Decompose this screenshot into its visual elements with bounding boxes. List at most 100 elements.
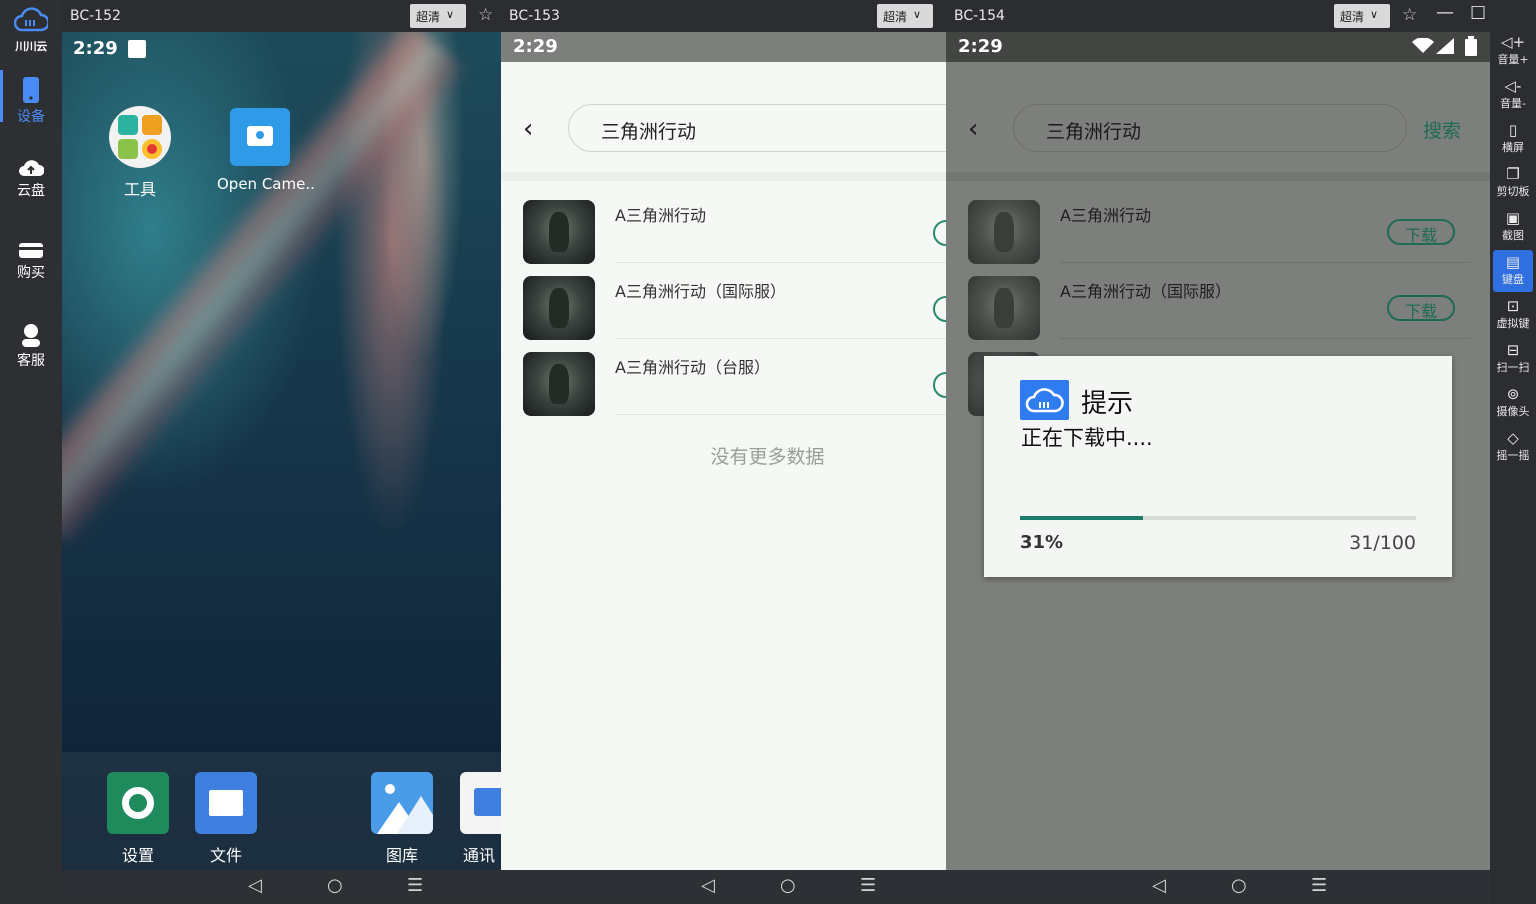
- back-nav-icon[interactable]: ◁: [701, 875, 715, 896]
- nav-item-purchase[interactable]: 购买: [0, 234, 62, 294]
- tool-scan[interactable]: ⊟ 扫一扫: [1490, 338, 1536, 380]
- app-tools[interactable]: 工具: [105, 106, 175, 200]
- camera-icon: [230, 108, 290, 166]
- tool-rotate[interactable]: ▯ 横屏: [1490, 118, 1536, 160]
- search-input[interactable]: 三角洲行动: [568, 104, 946, 152]
- back-nav-icon[interactable]: ◁: [248, 875, 262, 896]
- header-divider: [501, 172, 946, 181]
- wifi-icon: [1412, 38, 1434, 53]
- tool-clipboard[interactable]: ❐ 剪切板: [1490, 162, 1536, 204]
- back-arrow-icon[interactable]: ‹: [523, 114, 533, 144]
- app-settings[interactable]: 设置: [103, 772, 173, 866]
- virtual-keys-icon: ⊡: [1506, 297, 1520, 315]
- nav-item-cloud-disk[interactable]: 云盘: [0, 152, 62, 212]
- tool-keyboard[interactable]: ▤ 键盘: [1493, 250, 1533, 292]
- app-dock: 设置 文件 图库 通讯: [62, 752, 501, 870]
- back-arrow-icon[interactable]: ‹: [968, 114, 978, 144]
- tool-label: 剪切板: [1496, 185, 1530, 198]
- battery-icon: [1465, 36, 1477, 56]
- camera-icon: ⊚: [1506, 385, 1520, 403]
- tool-label: 虚拟键: [1496, 317, 1530, 330]
- tool-label: 音量+: [1497, 53, 1529, 66]
- nav-item-devices[interactable]: 设备: [0, 70, 62, 130]
- search-value: 三角洲行动: [1046, 121, 1142, 143]
- minimize-icon[interactable]: —: [1436, 2, 1454, 23]
- download-dialog: 提示 正在下载中.... 31% 31/100: [984, 356, 1452, 577]
- notification-icon: [128, 40, 146, 58]
- tool-label: 摇一摇: [1496, 449, 1530, 462]
- app-label: 图库: [385, 846, 418, 865]
- search-input[interactable]: 三角洲行动: [1013, 104, 1407, 152]
- game-thumbnail: [968, 200, 1040, 264]
- chevron-down-icon: ∨: [1370, 8, 1379, 21]
- result-row[interactable]: A三角洲行动（国际服）: [501, 276, 946, 352]
- download-button-partial[interactable]: [933, 220, 946, 246]
- result-title: A三角洲行动: [1060, 206, 1151, 225]
- android-navbar-3: ◁ ○ ☰: [946, 870, 1490, 903]
- tool-camera[interactable]: ⊚ 摄像头: [1490, 382, 1536, 424]
- maximize-icon[interactable]: ☐: [1470, 3, 1486, 24]
- quality-value: 超清: [1340, 10, 1365, 24]
- app-files[interactable]: 文件: [191, 772, 261, 866]
- device-screen-2[interactable]: 2:29 ‹ 三角洲行动 A三角洲行动 A三角洲行动（国际服） A三角洲行动（台…: [501, 32, 946, 870]
- nav-label: 购买: [17, 265, 45, 281]
- panel-title: BC-153: [509, 8, 560, 24]
- signal-icon: [1436, 38, 1454, 54]
- download-button-partial[interactable]: [933, 372, 946, 398]
- header-divider: [946, 172, 1490, 181]
- game-thumbnail: [968, 276, 1040, 340]
- android-navbar-2: ◁ ○ ☰: [501, 870, 946, 903]
- android-navbar-1: ◁ ○ ☰: [62, 870, 501, 903]
- menu-nav-icon[interactable]: ☰: [860, 875, 876, 896]
- menu-nav-icon[interactable]: ☰: [407, 875, 423, 896]
- nav-item-support[interactable]: 客服: [0, 316, 62, 376]
- search-button[interactable]: 搜索: [1423, 116, 1461, 143]
- tool-screenshot[interactable]: ▣ 截图: [1490, 206, 1536, 248]
- app-gallery[interactable]: 图库: [367, 772, 437, 866]
- nav-label: 云盘: [17, 183, 45, 199]
- home-nav-icon[interactable]: ○: [780, 875, 796, 896]
- pin-icon[interactable]: ☆: [1402, 5, 1417, 25]
- progress-count: 31/100: [1349, 532, 1416, 554]
- tool-label: 横屏: [1502, 141, 1524, 154]
- result-row[interactable]: A三角洲行动（台服）: [501, 352, 946, 428]
- tool-shake[interactable]: ◇ 摇一摇: [1490, 426, 1536, 468]
- volume-up-icon: ◁+: [1500, 33, 1526, 51]
- gallery-icon: [371, 772, 433, 834]
- status-time: 2:29: [513, 36, 558, 57]
- result-row[interactable]: A三角洲行动 下载: [946, 200, 1490, 276]
- progress-fill: [1020, 516, 1143, 520]
- quality-select[interactable]: 超清 ∨: [1334, 4, 1390, 28]
- tool-volume-up[interactable]: ◁+ 音量+: [1490, 30, 1536, 72]
- home-nav-icon[interactable]: ○: [327, 875, 343, 896]
- phone-icon: [23, 77, 39, 103]
- nav-label: 设备: [17, 109, 45, 125]
- download-button[interactable]: 下载: [1387, 295, 1455, 321]
- no-more-data-text: 没有更多数据: [710, 446, 825, 468]
- app-open-camera[interactable]: Open Came..: [217, 108, 315, 193]
- result-row[interactable]: A三角洲行动（国际服） 下载: [946, 276, 1490, 352]
- tool-label: 摄像头: [1496, 405, 1530, 418]
- pin-icon[interactable]: ☆: [478, 5, 493, 25]
- app-contacts[interactable]: 通讯: [452, 772, 501, 866]
- back-nav-icon[interactable]: ◁: [1152, 875, 1166, 896]
- row-divider: [615, 262, 946, 263]
- quality-select[interactable]: 超清 ∨: [877, 4, 933, 28]
- quality-select[interactable]: 超清 ∨: [410, 4, 466, 28]
- download-button-partial[interactable]: [933, 296, 946, 322]
- device-screen-1[interactable]: 2:29 工具 Open Came.. 设置 文件 图库 通讯: [62, 32, 501, 870]
- contacts-icon: [460, 772, 501, 834]
- tool-volume-down[interactable]: ◁- 音量-: [1490, 74, 1536, 116]
- app-label: 工具: [123, 180, 156, 199]
- menu-nav-icon[interactable]: ☰: [1311, 875, 1327, 896]
- tool-label: 扫一扫: [1496, 361, 1530, 374]
- rotate-icon: ▯: [1508, 121, 1518, 139]
- tool-virtual-keys[interactable]: ⊡ 虚拟键: [1490, 294, 1536, 336]
- panel-header-3: BC-154 超清 ∨ ☆ — ☐: [946, 0, 1490, 32]
- status-bar: 2:29: [946, 32, 1490, 62]
- download-button[interactable]: 下载: [1387, 219, 1455, 245]
- volume-down-icon: ◁-: [1504, 77, 1522, 95]
- result-row[interactable]: A三角洲行动: [501, 200, 946, 276]
- home-nav-icon[interactable]: ○: [1231, 875, 1247, 896]
- result-title: A三角洲行动: [615, 206, 706, 225]
